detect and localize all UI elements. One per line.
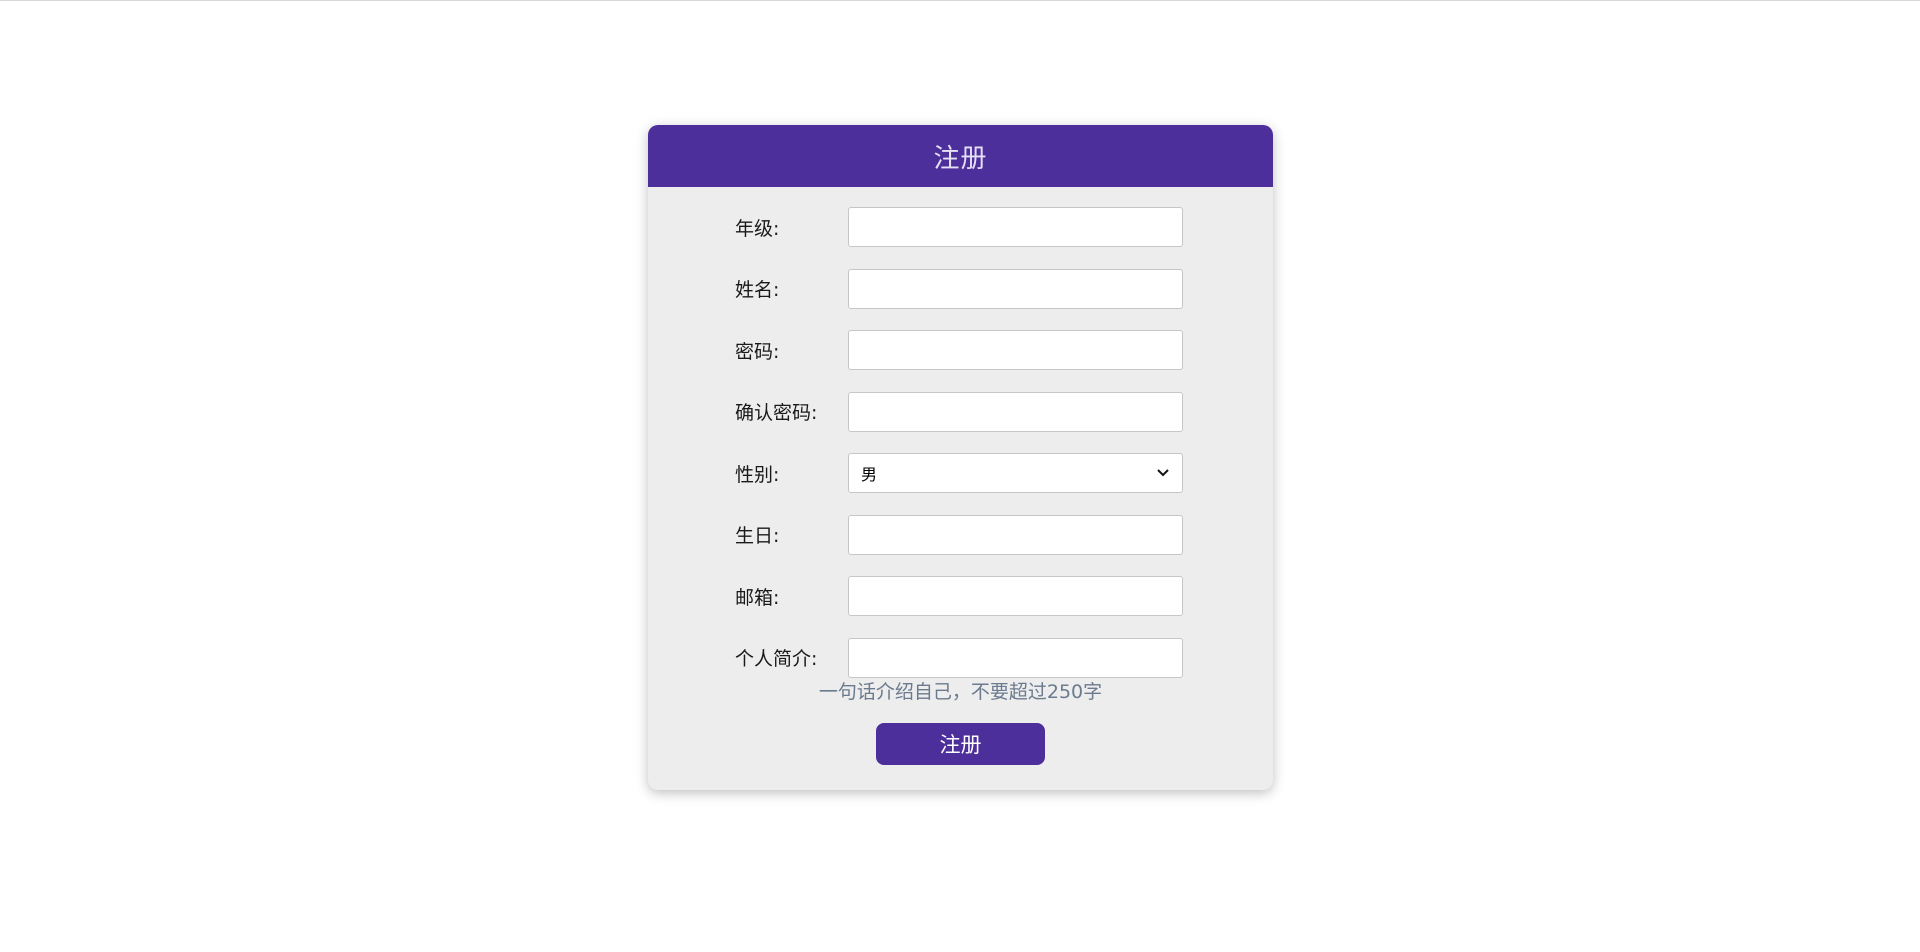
bio-hint: 一句话介绍自己，不要超过250字	[818, 681, 1103, 703]
bio-label: 个人简介:	[735, 648, 818, 670]
bio-input[interactable]	[848, 637, 1183, 678]
password-label: 密码:	[735, 340, 780, 363]
birthday-label: 生日:	[735, 525, 780, 547]
name-row: 姓名:	[735, 267, 1183, 311]
birthday-input[interactable]	[848, 514, 1183, 555]
chevron-down-icon	[1156, 466, 1170, 480]
confirm-password-label: 确认密码:	[735, 402, 818, 424]
grade-label: 年级:	[735, 217, 780, 240]
gender-row: 性别: 男	[735, 451, 1183, 495]
gender-selected-value: 男	[861, 465, 878, 484]
register-title: 注册	[648, 125, 1273, 187]
gender-label: 性别:	[735, 463, 780, 486]
password-input[interactable]	[848, 330, 1183, 370]
grade-row: 年级:	[735, 205, 1183, 249]
email-label: 邮箱:	[735, 586, 780, 609]
register-button[interactable]: 注册	[876, 723, 1045, 765]
bio-row: 个人简介:	[735, 636, 1183, 680]
register-card: 注册 年级: 姓名: 密码: 确认密码: 性别: 男 生日: 邮箱: 个人简介:…	[648, 125, 1273, 790]
name-input[interactable]	[848, 268, 1183, 309]
email-row: 邮箱:	[735, 574, 1183, 618]
register-form: 年级: 姓名: 密码: 确认密码: 性别: 男 生日: 邮箱: 个人简介:	[735, 205, 1183, 697]
top-border	[0, 0, 1920, 1]
grade-input[interactable]	[848, 207, 1183, 247]
gender-select[interactable]: 男	[848, 453, 1183, 493]
password-row: 密码:	[735, 328, 1183, 372]
name-label: 姓名:	[735, 279, 780, 301]
confirm-password-input[interactable]	[848, 391, 1183, 432]
birthday-row: 生日:	[735, 513, 1183, 557]
email-input[interactable]	[848, 576, 1183, 616]
confirm-password-row: 确认密码:	[735, 390, 1183, 434]
